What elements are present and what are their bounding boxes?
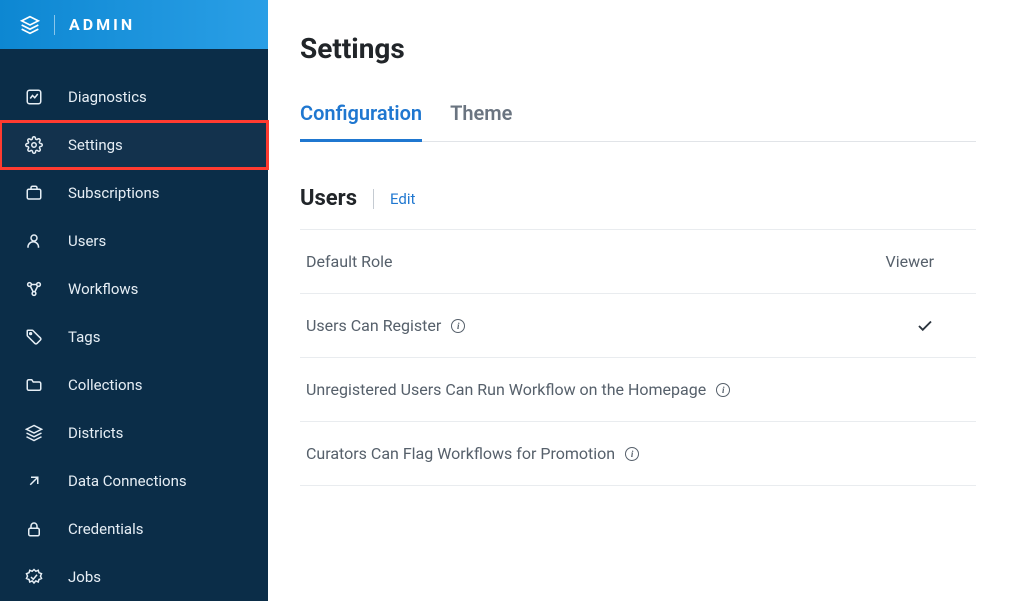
- setting-value: [916, 317, 970, 335]
- workflow-icon: [24, 279, 44, 299]
- sidebar-item-label: Users: [68, 232, 106, 250]
- setting-label-text: Users Can Register: [306, 316, 441, 335]
- sidebar-item-diagnostics[interactable]: Diagnostics: [0, 73, 268, 121]
- setting-label-text: Unregistered Users Can Run Workflow on t…: [306, 380, 706, 399]
- setting-label-text: Curators Can Flag Workflows for Promotio…: [306, 444, 615, 463]
- setting-label: Unregistered Users Can Run Workflow on t…: [306, 380, 730, 399]
- sidebar-item-label: Districts: [68, 424, 123, 442]
- sidebar-item-tags[interactable]: Tags: [0, 313, 268, 361]
- setting-label: Curators Can Flag Workflows for Promotio…: [306, 444, 639, 463]
- lock-icon: [24, 519, 44, 539]
- setting-label-text: Default Role: [306, 252, 393, 271]
- logo-icon: [20, 15, 40, 35]
- check-icon: [916, 317, 934, 335]
- info-icon[interactable]: i: [716, 383, 730, 397]
- sidebar-item-collections[interactable]: Collections: [0, 361, 268, 409]
- tabs: Configuration Theme: [300, 101, 976, 142]
- gear-icon: [24, 135, 44, 155]
- sidebar-item-label: Data Connections: [68, 472, 187, 490]
- chart-icon: [24, 87, 44, 107]
- setting-row-default-role: Default Role Viewer: [300, 230, 976, 294]
- sidebar-item-workflows[interactable]: Workflows: [0, 265, 268, 313]
- sidebar-item-label: Tags: [68, 328, 100, 346]
- folder-icon: [24, 375, 44, 395]
- sidebar-item-settings[interactable]: Settings: [0, 121, 268, 169]
- sidebar-item-jobs[interactable]: Jobs: [0, 553, 268, 601]
- page-title: Settings: [300, 32, 976, 65]
- section-header: Users Edit: [300, 186, 976, 211]
- edit-link[interactable]: Edit: [390, 190, 415, 208]
- brand-text: ADMIN: [69, 15, 135, 34]
- check-badge-icon: [24, 567, 44, 587]
- arrow-up-right-icon: [24, 471, 44, 491]
- sidebar-nav: Diagnostics Settings Subscriptions Users…: [0, 49, 268, 601]
- briefcase-icon: [24, 183, 44, 203]
- setting-value: Viewer: [886, 252, 971, 271]
- sidebar-item-label: Subscriptions: [68, 184, 159, 202]
- layers-icon: [24, 423, 44, 443]
- setting-label: Default Role: [306, 252, 393, 271]
- logo-divider: [54, 15, 55, 35]
- setting-row-curators-flag: Curators Can Flag Workflows for Promotio…: [300, 422, 976, 486]
- sidebar-item-credentials[interactable]: Credentials: [0, 505, 268, 553]
- tab-configuration[interactable]: Configuration: [300, 101, 422, 142]
- section-divider: [373, 189, 374, 209]
- setting-row-unregistered-run: Unregistered Users Can Run Workflow on t…: [300, 358, 976, 422]
- tag-icon: [24, 327, 44, 347]
- sidebar-item-label: Collections: [68, 376, 143, 394]
- user-icon: [24, 231, 44, 251]
- info-icon[interactable]: i: [625, 447, 639, 461]
- sidebar-item-label: Credentials: [68, 520, 143, 538]
- sidebar-header: ADMIN: [0, 0, 268, 49]
- sidebar-item-label: Jobs: [68, 568, 101, 586]
- setting-label: Users Can Register i: [306, 316, 465, 335]
- sidebar-item-data-connections[interactable]: Data Connections: [0, 457, 268, 505]
- sidebar-item-label: Settings: [68, 136, 123, 154]
- setting-row-users-can-register: Users Can Register i: [300, 294, 976, 358]
- sidebar-item-label: Workflows: [68, 280, 138, 298]
- main-content: Settings Configuration Theme Users Edit …: [268, 0, 1012, 601]
- sidebar: ADMIN Diagnostics Settings Subscriptions…: [0, 0, 268, 601]
- tab-theme[interactable]: Theme: [450, 101, 512, 142]
- settings-list: Default Role Viewer Users Can Register i…: [300, 229, 976, 486]
- sidebar-item-districts[interactable]: Districts: [0, 409, 268, 457]
- sidebar-item-subscriptions[interactable]: Subscriptions: [0, 169, 268, 217]
- sidebar-item-users[interactable]: Users: [0, 217, 268, 265]
- sidebar-item-label: Diagnostics: [68, 88, 147, 106]
- info-icon[interactable]: i: [451, 319, 465, 333]
- section-title: Users: [300, 186, 357, 211]
